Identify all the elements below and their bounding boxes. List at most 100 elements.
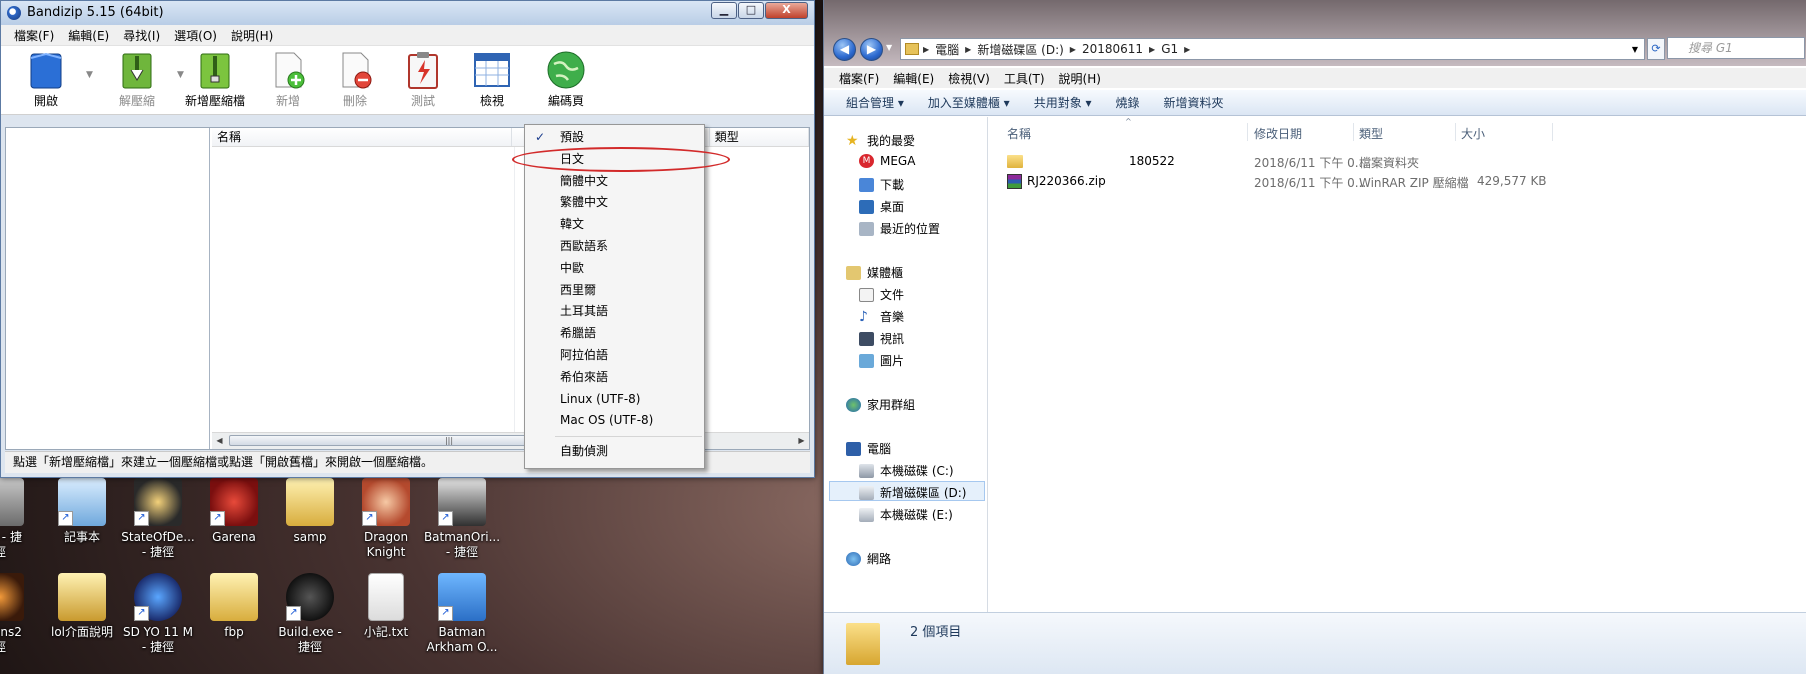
nav-desktop[interactable]: 桌面 [859, 198, 904, 215]
desktop-icon-lol-ui[interactable]: lol介面說明 [42, 573, 122, 640]
menu-item-japanese[interactable]: 日文 [525, 149, 704, 171]
refresh-button[interactable]: ⟳ [1647, 38, 1665, 60]
folder-tree-pane[interactable] [6, 128, 210, 449]
extract-button[interactable]: 解壓縮 [97, 50, 177, 109]
menu-file[interactable]: 檔案(F) [7, 27, 61, 44]
menu-item-linux-utf8[interactable]: Linux (UTF-8) [525, 389, 704, 411]
nav-drive-e[interactable]: 本機磁碟 (E:) [859, 506, 953, 523]
nav-libraries[interactable]: 媒體櫃 [846, 264, 903, 281]
nav-mega[interactable]: M MEGA [859, 154, 915, 168]
column-header-name[interactable]: 名稱 [212, 128, 513, 146]
desktop-icon-garena[interactable]: ↗ Garena [194, 478, 274, 545]
menu-help[interactable]: 說明(H) [1052, 70, 1108, 87]
menu-item-central-european[interactable]: 中歐 [525, 258, 704, 280]
minimize-button[interactable]: ▁ [711, 2, 737, 19]
nav-videos[interactable]: 視訊 [859, 330, 904, 347]
desktop-icon-batman-arkham[interactable]: ↗ Batman Arkham O... [422, 573, 502, 655]
desktop-icon-stateofdecay[interactable]: ↗ StateOfDe... - 捷徑 [118, 478, 198, 560]
menu-item-macos-utf8[interactable]: Mac OS (UTF-8) [525, 410, 704, 432]
menu-item-cyrillic[interactable]: 西里爾 [525, 280, 704, 302]
desktop-icon-build-exe[interactable]: ↗ Build.exe - 捷徑 [270, 573, 350, 655]
breadcrumb-arrow-icon[interactable]: ▶ [1184, 45, 1190, 54]
desktop-icon-notepad[interactable]: ↗ 記事本 [42, 478, 122, 545]
file-list[interactable]: 名稱 ^ 修改日期 類型 大小 180522 2018/6/11 下午 0...… [989, 117, 1806, 612]
nav-drive-d[interactable]: 新增磁碟區 (D:) [859, 484, 966, 501]
table-row[interactable]: 180522 2018/6/11 下午 0... 檔案資料夾 [989, 153, 1559, 171]
menu-item-greek[interactable]: 希臘語 [525, 323, 704, 345]
column-divider[interactable] [1353, 123, 1354, 141]
view-button[interactable]: 檢視 [452, 50, 532, 109]
menu-file[interactable]: 檔案(F) [832, 70, 886, 87]
menu-find[interactable]: 尋找(I) [116, 27, 167, 44]
menu-tools[interactable]: 工具(T) [997, 70, 1052, 87]
menu-item-turkish[interactable]: 土耳其語 [525, 301, 704, 323]
column-header-type[interactable]: 類型 [1359, 125, 1383, 142]
search-input[interactable]: 搜尋 G1 [1667, 37, 1805, 59]
open-button[interactable]: 開啟 [6, 50, 86, 109]
nav-downloads[interactable]: 下載 [859, 176, 904, 193]
new-folder-button[interactable]: 新增資料夾 [1152, 94, 1236, 111]
menu-item-western-european[interactable]: 西歐語系 [525, 236, 704, 258]
nav-favorites[interactable]: ★ 我的最愛 [846, 132, 915, 149]
address-dropdown-icon[interactable]: ▼ [1632, 45, 1638, 54]
desktop-icon-dragon-knight[interactable]: ↗ Dragon Knight [346, 478, 426, 560]
horizontal-scrollbar[interactable]: ◀ ||| ▶ [212, 432, 809, 449]
share-with-button[interactable]: 共用對象 ▾ [1022, 94, 1104, 111]
nav-computer[interactable]: 電腦 [846, 440, 891, 457]
desktop-icon-sd-yo[interactable]: ↗ SD YO 11 M- 捷徑 [118, 573, 198, 655]
desktop-icon-samp[interactable]: samp [270, 478, 350, 545]
burn-button[interactable]: 燒錄 [1104, 94, 1152, 111]
breadcrumb-drive-d[interactable]: 新增磁碟區 (D:) [971, 41, 1069, 58]
code-page-button[interactable]: 編碼頁 [526, 50, 606, 109]
menu-options[interactable]: 選項(O) [167, 27, 224, 44]
menu-item-hebrew[interactable]: 希伯來語 [525, 367, 704, 389]
menu-item-korean[interactable]: 韓文 [525, 214, 704, 236]
column-header-name[interactable]: 名稱 [1007, 125, 1031, 142]
nav-recent-places[interactable]: 最近的位置 [859, 220, 940, 237]
menu-view[interactable]: 檢視(V) [941, 70, 997, 87]
desktop-icon-fbp[interactable]: fbp [194, 573, 274, 640]
column-header-size[interactable]: 大小 [1461, 125, 1485, 142]
open-dropdown-arrow[interactable]: ▼ [86, 70, 93, 80]
desktop-icon-batman-origins[interactable]: ↗ BatmanOri... - 捷徑 [422, 478, 502, 560]
scroll-left-icon[interactable]: ◀ [212, 434, 227, 448]
column-divider[interactable] [1247, 123, 1248, 141]
menu-help[interactable]: 說明(H) [224, 27, 280, 44]
column-header-modified[interactable]: 修改日期 [1254, 125, 1302, 142]
column-divider[interactable] [1552, 123, 1553, 141]
menu-edit[interactable]: 編輯(E) [886, 70, 941, 87]
new-archive-button[interactable]: 新增壓縮檔 [175, 50, 255, 109]
nav-drive-c[interactable]: 本機磁碟 (C:) [859, 462, 954, 479]
menu-item-arabic[interactable]: 阿拉伯語 [525, 345, 704, 367]
menu-item-default[interactable]: ✓ 預設 [525, 127, 704, 149]
desktop-icon-shortcut-1[interactable]: rim - 捷徑 [0, 478, 40, 560]
close-button[interactable]: X [765, 2, 808, 19]
nav-homegroup[interactable]: 家用群組 [846, 396, 915, 413]
recent-pages-dropdown-icon[interactable]: ▼ [886, 43, 892, 52]
desktop-icon-dungeons2[interactable]: geons2徑 [0, 573, 40, 655]
menu-item-simplified-chinese[interactable]: 簡體中文 [525, 171, 704, 193]
test-button[interactable]: 測試 [383, 50, 463, 109]
forward-button[interactable]: ▶ [860, 38, 883, 61]
breadcrumb-computer[interactable]: 電腦 [929, 41, 965, 58]
scroll-right-icon[interactable]: ▶ [794, 434, 809, 448]
breadcrumb-folder-g1[interactable]: G1 [1155, 42, 1184, 56]
column-divider[interactable] [1455, 123, 1456, 141]
desktop-icon-note-txt[interactable]: 小記.txt [346, 573, 426, 640]
breadcrumb-folder-20180611[interactable]: 20180611 [1076, 42, 1149, 56]
nav-network[interactable]: 網路 [846, 550, 891, 567]
menu-item-traditional-chinese[interactable]: 繁體中文 [525, 192, 704, 214]
menu-edit[interactable]: 編輯(E) [61, 27, 116, 44]
back-button[interactable]: ◀ [833, 38, 856, 61]
table-row[interactable]: RJ220366.zip 2018/6/11 下午 0... WinRAR ZI… [989, 173, 1559, 191]
nav-pictures[interactable]: 圖片 [859, 352, 904, 369]
nav-music[interactable]: ♪ 音樂 [859, 308, 904, 325]
column-header-type[interactable]: 類型 [710, 128, 809, 146]
title-bar[interactable]: Bandizip 5.15 (64bit) ▁ □ X [1, 1, 814, 25]
organize-button[interactable]: 組合管理 ▾ [834, 94, 916, 111]
maximize-button[interactable]: □ [738, 2, 764, 19]
nav-documents[interactable]: 文件 [859, 286, 904, 303]
address-bar[interactable]: ▶ 電腦 ▶ 新增磁碟區 (D:) ▶ 20180611 ▶ G1 ▶ ▼ [900, 38, 1645, 60]
menu-item-auto-detect[interactable]: 自動偵測 [525, 441, 704, 463]
include-in-library-button[interactable]: 加入至媒體櫃 ▾ [916, 94, 1022, 111]
